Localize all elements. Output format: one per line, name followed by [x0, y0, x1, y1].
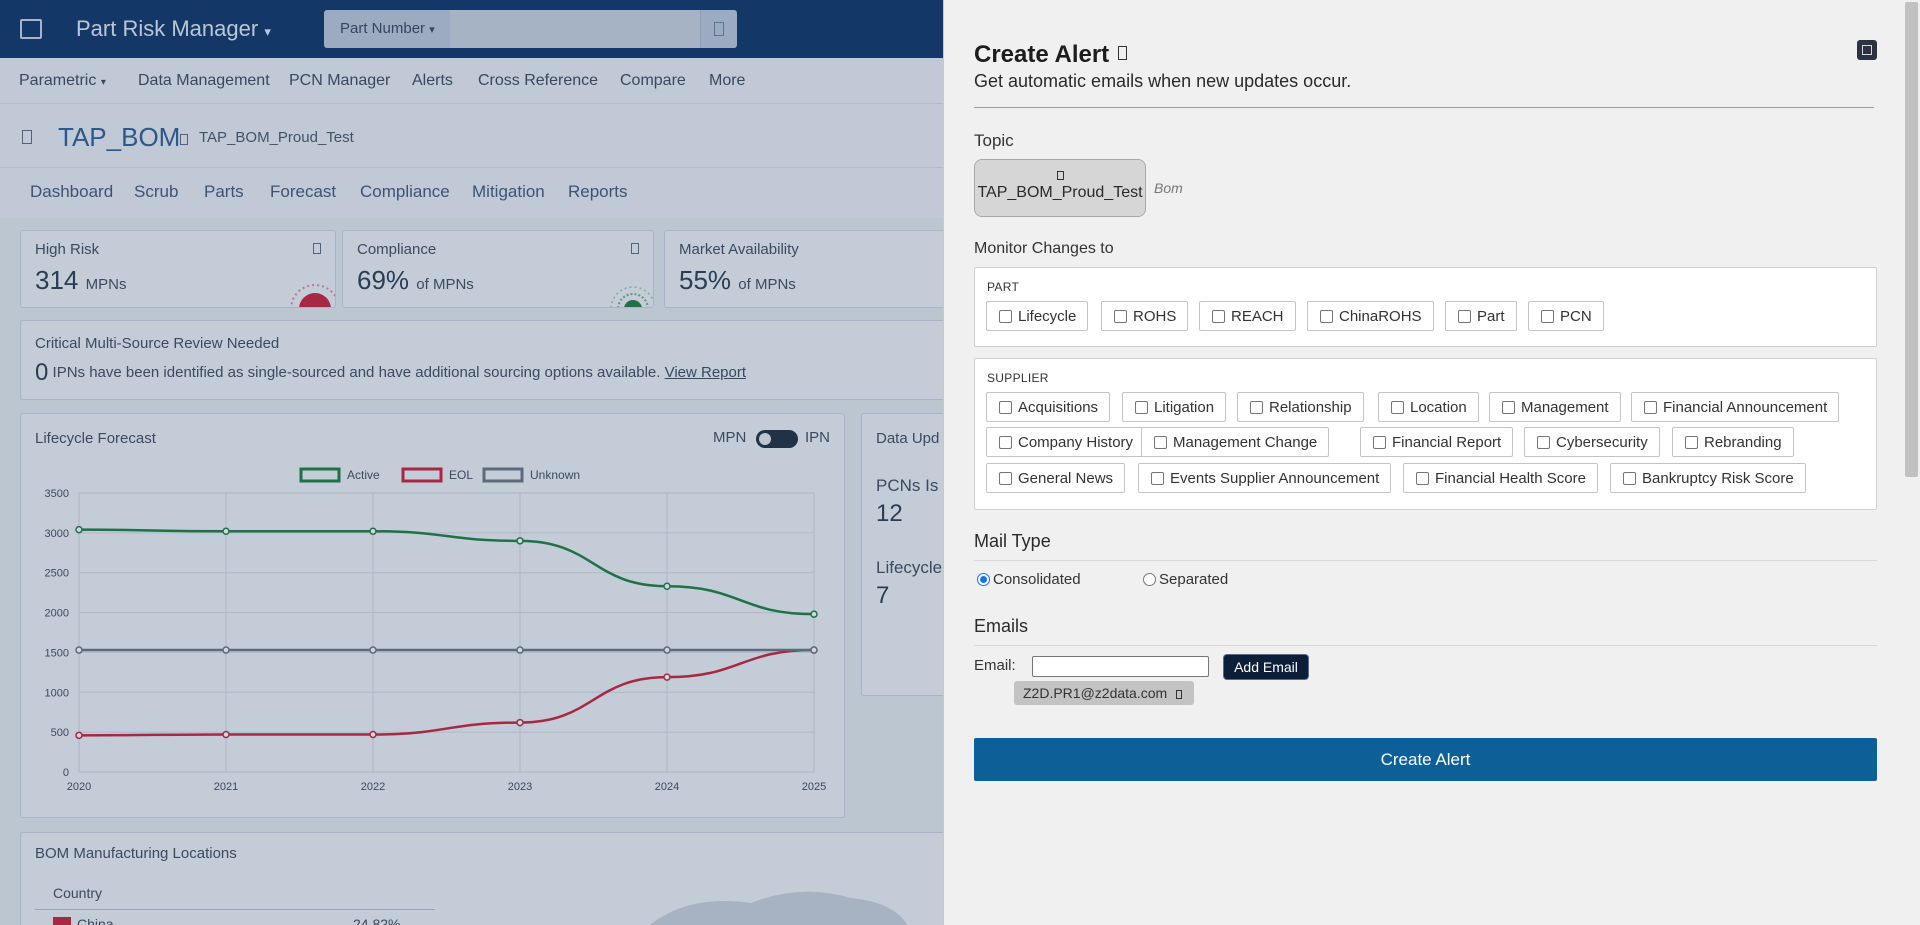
checkbox-icon[interactable]	[1458, 309, 1471, 323]
checkbox-company-history[interactable]: Company History	[986, 427, 1146, 457]
checkbox-acquisitions[interactable]: Acquisitions	[986, 392, 1111, 422]
checkbox-part[interactable]: Part	[1445, 301, 1517, 331]
checkbox-icon[interactable]	[999, 435, 1012, 449]
topic-name: TAP_BOM_Proud_Test	[977, 184, 1143, 201]
checkbox-icon[interactable]	[1212, 309, 1225, 323]
checkbox-icon[interactable]	[1114, 309, 1127, 323]
checkbox-general-news[interactable]: General News	[986, 463, 1126, 493]
checkbox-icon[interactable]	[999, 309, 1012, 323]
divider	[974, 107, 1874, 108]
email-field-label: Email:	[974, 657, 1016, 674]
radio-consolidated[interactable]: Consolidated	[977, 571, 1081, 588]
checkbox-icon[interactable]	[1502, 400, 1515, 414]
checkbox-icon[interactable]	[1623, 471, 1636, 485]
checkbox-location[interactable]: Location	[1378, 392, 1479, 422]
divider	[974, 645, 1877, 646]
checkbox-cybersecurity[interactable]: Cybersecurity	[1524, 427, 1660, 457]
panel-scrollbar[interactable]	[1903, 0, 1920, 925]
create-alert-panel: Create Alert Get automatic emails when n…	[943, 0, 1920, 925]
checkbox-rebranding[interactable]: Rebranding	[1672, 427, 1794, 457]
checkbox-management-change[interactable]: Management Change	[1141, 427, 1330, 457]
checkbox-events-supplier-announcement[interactable]: Events Supplier Announcement	[1138, 463, 1392, 493]
checkbox-financial-health-score[interactable]: Financial Health Score	[1403, 463, 1598, 493]
remove-email-icon[interactable]	[1176, 690, 1183, 699]
checkbox-icon[interactable]	[1250, 400, 1263, 414]
scrollbar-thumb[interactable]	[1905, 2, 1918, 477]
radio-separated[interactable]: Separated	[1143, 571, 1228, 588]
emails-label: Emails	[974, 616, 1029, 636]
supplier-options-box: SUPPLIER Acquisitions Litigation Relatio…	[974, 358, 1877, 510]
checkbox-financial-report[interactable]: Financial Report	[1360, 427, 1514, 457]
checkbox-reach[interactable]: REACH	[1199, 301, 1296, 331]
checkbox-lifecycle[interactable]: Lifecycle	[986, 301, 1089, 331]
supplier-label: SUPPLIER	[987, 371, 1049, 385]
email-input[interactable]	[1032, 656, 1209, 677]
close-button[interactable]	[1857, 40, 1877, 60]
checkbox-icon[interactable]	[1391, 400, 1404, 414]
checkbox-financial-announcement[interactable]: Financial Announcement	[1631, 392, 1840, 422]
panel-subtitle: Get automatic emails when new updates oc…	[974, 71, 1352, 91]
panel-title: Create Alert	[974, 41, 1110, 68]
topic-type: Bom	[1154, 180, 1183, 196]
checkbox-management[interactable]: Management	[1489, 392, 1621, 422]
checkbox-bankruptcy-risk-score[interactable]: Bankruptcy Risk Score	[1610, 463, 1806, 493]
checkbox-icon[interactable]	[1151, 471, 1164, 485]
monitor-label: Monitor Changes to	[974, 240, 1114, 257]
checkbox-icon[interactable]	[1320, 309, 1333, 323]
checkbox-icon[interactable]	[1135, 400, 1148, 414]
mail-type-label: Mail Type	[974, 531, 1051, 551]
radio-icon[interactable]	[977, 573, 990, 586]
checkbox-litigation[interactable]: Litigation	[1122, 392, 1227, 422]
divider	[974, 560, 1877, 561]
part-label: PART	[987, 280, 1020, 294]
add-email-button[interactable]: Add Email	[1224, 655, 1308, 679]
checkbox-pcn[interactable]: PCN	[1528, 301, 1604, 331]
checkbox-icon[interactable]	[999, 400, 1012, 414]
checkbox-relationship[interactable]: Relationship	[1237, 392, 1364, 422]
help-icon[interactable]	[1118, 46, 1127, 60]
create-alert-button[interactable]: Create Alert	[974, 738, 1877, 781]
checkbox-icon[interactable]	[1373, 435, 1386, 449]
checkbox-icon[interactable]	[1644, 400, 1657, 414]
checkbox-icon[interactable]	[1416, 471, 1429, 485]
topic-button[interactable]: TAP_BOM_Proud_Test	[974, 159, 1146, 217]
checkbox-icon[interactable]	[999, 471, 1012, 485]
part-options-box: PART Lifecycle ROHS REACH ChinaROHS Part…	[974, 267, 1877, 347]
checkbox-icon[interactable]	[1541, 309, 1554, 323]
checkbox-rohs[interactable]: ROHS	[1101, 301, 1189, 331]
topic-label: Topic	[974, 131, 1014, 150]
checkbox-chinarohs[interactable]: ChinaROHS	[1307, 301, 1434, 331]
checkbox-icon[interactable]	[1154, 435, 1167, 449]
email-chip: Z2D.PR1@z2data.com	[1014, 681, 1195, 705]
checkbox-icon[interactable]	[1537, 435, 1550, 449]
bom-icon	[1056, 171, 1064, 180]
checkbox-icon[interactable]	[1685, 435, 1698, 449]
radio-icon[interactable]	[1143, 573, 1156, 586]
modal-backdrop[interactable]	[0, 0, 943, 925]
close-icon	[1862, 45, 1872, 55]
